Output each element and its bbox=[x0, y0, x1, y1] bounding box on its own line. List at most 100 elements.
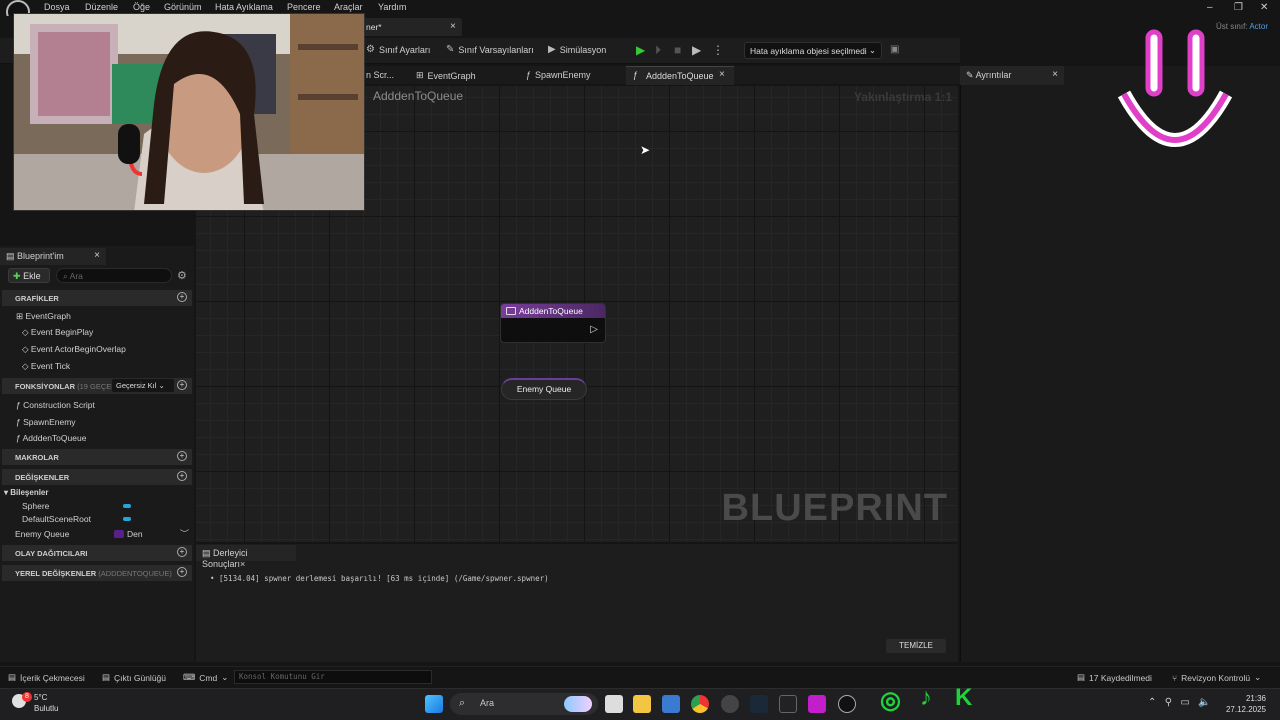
debug-object-select[interactable]: Hata ayıklama objesi seçilmedi ⌄ bbox=[744, 42, 882, 59]
chrome-icon[interactable] bbox=[691, 695, 709, 713]
function-entry-node[interactable]: AdddenToQueue ▷ bbox=[500, 303, 606, 343]
content-drawer-button[interactable]: ▤ İçerik Çekmecesi bbox=[8, 672, 85, 683]
compiler-log-text: [5134.04] spwner derlemesi başarılı! [63… bbox=[219, 574, 549, 583]
my-blueprint-tab[interactable]: ▤ Blueprint'im × bbox=[0, 248, 106, 265]
tab-event-graph-label: EventGraph bbox=[427, 70, 476, 81]
output-log-button[interactable]: ▤ Çıktı Günlüğü bbox=[102, 672, 166, 683]
function-item-adddentoqueue[interactable]: ƒ AdddenToQueue bbox=[16, 433, 86, 443]
play-icon[interactable]: ▶ bbox=[636, 43, 645, 57]
function-item-spawnenemy[interactable]: ƒ SpawnEnemy bbox=[16, 417, 76, 427]
cmd-dropdown[interactable]: ⌨ Cmd ⌄ bbox=[183, 672, 228, 683]
step-icon[interactable]: ⏵ bbox=[655, 43, 661, 58]
menu-tools[interactable]: Araçlar bbox=[334, 2, 363, 12]
menu-window[interactable]: Pencere bbox=[287, 2, 321, 12]
variable-type-pill bbox=[114, 530, 124, 538]
graph-item-eventgraph[interactable]: ⊞ EventGraph bbox=[16, 311, 71, 322]
class-defaults-button[interactable]: ✎ Sınıf Varsayılanları bbox=[446, 44, 534, 55]
menu-file[interactable]: Dosya bbox=[44, 2, 70, 12]
function-item-label: Construction Script bbox=[23, 400, 95, 410]
asset-tab-close-icon[interactable]: × bbox=[450, 21, 456, 32]
add-variable-icon[interactable]: + bbox=[177, 471, 187, 481]
add-dispatcher-icon[interactable]: + bbox=[177, 547, 187, 557]
menu-asset[interactable]: Öğe bbox=[133, 2, 150, 12]
section-local-variables[interactable]: YEREL DEĞİŞKENLER (ADDDENTOQUEUE) + bbox=[2, 565, 192, 581]
taskbar-search-label: Ara bbox=[480, 698, 495, 708]
github-icon[interactable] bbox=[721, 695, 739, 713]
steam-icon[interactable] bbox=[750, 695, 768, 713]
unsaved-button[interactable]: ▤ 17 Kaydedilmedi bbox=[1077, 672, 1152, 683]
section-dispatchers[interactable]: OLAY DAĞITICILARI + bbox=[2, 545, 192, 561]
taskbar-search[interactable]: ⌕ Ara bbox=[450, 693, 598, 715]
section-graphs-label: GRAFİKLER bbox=[15, 294, 59, 303]
add-local-variable-icon[interactable]: + bbox=[177, 567, 187, 577]
details-tab[interactable]: ✎ Ayrıntılar × bbox=[960, 66, 1064, 85]
stop-icon[interactable]: ■ bbox=[674, 43, 681, 57]
settings-gear-icon[interactable]: ⚙ bbox=[177, 269, 187, 282]
section-graphs[interactable]: GRAFİKLER + bbox=[2, 290, 192, 306]
file-explorer-icon[interactable] bbox=[633, 695, 651, 713]
component-item-root[interactable]: DefaultSceneRoot bbox=[22, 514, 91, 524]
save-icon: ▤ bbox=[1077, 672, 1086, 682]
component-item-label: DefaultSceneRoot bbox=[22, 514, 91, 524]
minimize-icon[interactable]: – bbox=[1207, 2, 1213, 13]
override-dropdown[interactable]: Geçersiz Kıl ⌄ bbox=[112, 379, 174, 392]
add-graph-icon[interactable]: + bbox=[177, 292, 187, 302]
section-local-label: YEREL DEĞİŞKENLER bbox=[15, 569, 97, 578]
graph-item-tick[interactable]: ◇ Event Tick bbox=[22, 361, 70, 372]
section-variables[interactable]: DEĞİŞKENLER + bbox=[2, 469, 192, 485]
restore-icon[interactable]: ❐ bbox=[1234, 2, 1243, 13]
more-options-icon[interactable]: ⋮ bbox=[712, 43, 724, 57]
tab-close-icon[interactable]: × bbox=[719, 69, 725, 80]
menu-debug[interactable]: Hata Ayıklama bbox=[215, 2, 273, 12]
blueprint-search-input[interactable]: ⌕ Ara bbox=[56, 268, 172, 283]
component-item-sphere[interactable]: Sphere bbox=[22, 501, 49, 511]
app-icon[interactable] bbox=[808, 695, 826, 713]
menu-view[interactable]: Görünüm bbox=[164, 2, 202, 12]
tab-spawn-enemy[interactable]: ƒ SpawnEnemy bbox=[526, 70, 591, 80]
override-label: Geçersiz Kıl bbox=[116, 381, 157, 390]
find-in-blueprint-icon[interactable]: ▣ bbox=[890, 44, 899, 55]
section-macros[interactable]: MAKROLAR + bbox=[2, 449, 192, 465]
simulation-button[interactable]: ▶ Simülasyon bbox=[548, 44, 606, 55]
parent-class-link[interactable]: Actor bbox=[1249, 22, 1268, 31]
epic-games-icon[interactable] bbox=[779, 695, 797, 713]
clear-button[interactable]: TEMİZLE bbox=[886, 639, 946, 653]
add-macro-icon[interactable]: + bbox=[177, 451, 187, 461]
task-view-icon[interactable] bbox=[605, 695, 623, 713]
compiler-close-icon[interactable]: × bbox=[240, 559, 245, 569]
variable-expand-icon[interactable]: ︶ bbox=[180, 527, 189, 540]
compiler-results-tab[interactable]: ▤ Derleyici Sonuçları× bbox=[196, 545, 296, 569]
console-command-input[interactable]: Konsol Komutunu Gir bbox=[234, 670, 432, 684]
clock[interactable]: 21:36 27.12.2025 bbox=[1226, 693, 1266, 715]
tab-event-graph[interactable]: ⊞ EventGraph bbox=[416, 70, 476, 81]
unreal-engine-icon[interactable] bbox=[838, 695, 856, 713]
smiley-overlay-icon bbox=[1117, 29, 1233, 147]
eject-icon[interactable]: ▶ bbox=[692, 43, 701, 57]
menu-help[interactable]: Yardım bbox=[378, 2, 406, 12]
graph-item-beginplay[interactable]: ◇ Event BeginPlay bbox=[22, 327, 93, 338]
details-close-icon[interactable]: × bbox=[1052, 69, 1058, 80]
tab-construction-script[interactable]: n Scr... bbox=[366, 70, 394, 80]
variable-get-node[interactable]: Enemy Queue bbox=[501, 378, 587, 400]
add-button[interactable]: ✚ Ekle bbox=[8, 268, 50, 283]
exec-pin-icon[interactable]: ▷ bbox=[590, 324, 598, 335]
my-blueprint-close-icon[interactable]: × bbox=[94, 250, 100, 261]
graph-item-overlap[interactable]: ◇ Event ActorBeginOverlap bbox=[22, 344, 126, 355]
menu-edit[interactable]: Düzenle bbox=[85, 2, 118, 12]
weather-widget[interactable]: 8 5°C Bulutlu bbox=[8, 692, 58, 714]
console-placeholder: Konsol Komutunu Gir bbox=[239, 672, 325, 681]
close-window-icon[interactable]: ✕ bbox=[1260, 2, 1268, 13]
components-category[interactable]: ▾ Bileşenler bbox=[4, 488, 49, 497]
store-icon[interactable] bbox=[662, 695, 680, 713]
add-function-icon[interactable]: + bbox=[177, 380, 187, 390]
class-settings-button[interactable]: ⚙ Sınıf Ayarları bbox=[366, 44, 430, 55]
revision-control-button[interactable]: ⑂ Revizyon Kontrolü ⌄ bbox=[1172, 672, 1261, 683]
tiktok-overlay-icon: ♪ bbox=[920, 684, 932, 711]
section-functions[interactable]: FONKSİYONLAR (19 GEÇERSİ Geçersiz Kıl ⌄ … bbox=[2, 378, 192, 394]
function-item-construction[interactable]: ƒ Construction Script bbox=[16, 400, 95, 410]
tab-addden-to-queue[interactable]: ƒ AdddenToQueue × bbox=[626, 66, 734, 85]
tray-icons[interactable]: ⌃ ⚲ ▭ 🔈 bbox=[1148, 697, 1211, 708]
variable-item-enemy-queue[interactable]: Enemy Queue bbox=[15, 529, 69, 539]
search-placeholder: Ara bbox=[69, 271, 83, 281]
windows-start-icon[interactable] bbox=[425, 695, 443, 713]
